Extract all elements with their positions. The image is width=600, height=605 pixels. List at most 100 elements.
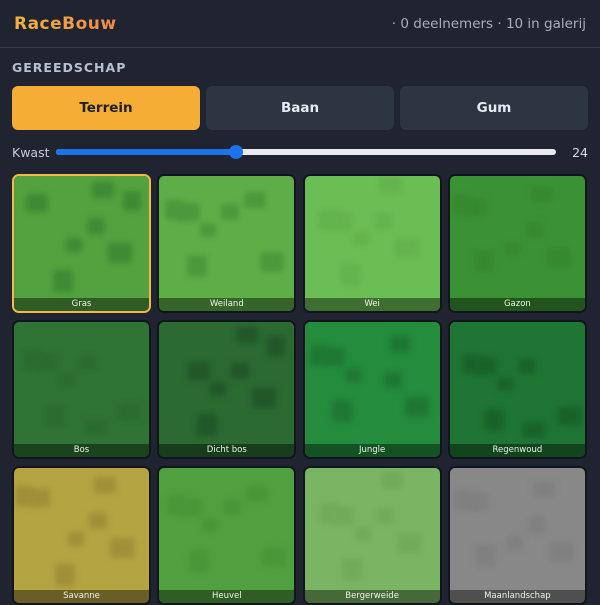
terrain-tile-label: Gras <box>14 298 149 311</box>
terrain-texture-spot <box>525 222 544 239</box>
terrain-texture-spot <box>23 350 41 371</box>
terrain-texture-spot <box>188 362 211 381</box>
terrain-swatch <box>304 322 440 457</box>
terrain-texture-spot <box>378 177 401 194</box>
terrain-texture-spot <box>354 527 371 541</box>
terrain-tile-label: Regenwoud <box>449 444 585 457</box>
terrain-tile[interactable]: Weiland <box>157 174 297 313</box>
terrain-texture-spot <box>26 194 48 212</box>
terrain-swatch <box>159 322 295 457</box>
terrain-texture-spot <box>15 485 33 506</box>
terrain-texture-spot <box>267 336 286 356</box>
tool-button-track[interactable]: Baan <box>206 86 394 130</box>
terrain-tile[interactable]: Maanlandschap <box>447 466 587 605</box>
terrain-texture-spot <box>262 546 287 567</box>
terrain-tile[interactable]: Bos <box>12 320 151 459</box>
tool-button-eraser[interactable]: Gum <box>400 86 588 130</box>
terrain-tile[interactable]: Savanne <box>12 466 151 605</box>
terrain-tile[interactable]: Regenwoud <box>447 320 587 459</box>
terrain-texture-spot <box>165 200 184 221</box>
terrain-tile[interactable]: Bergerweide <box>302 466 442 605</box>
terrain-texture-spot <box>522 421 545 438</box>
terrain-tile[interactable]: Heuvel <box>157 466 297 605</box>
terrain-palette: Gras Weiland Wei Gazon Bos Dicht bos Jungle Reg… <box>12 174 588 605</box>
terrain-tile[interactable]: Gras <box>12 174 151 313</box>
terrain-tile-label: Bergerweide <box>304 590 440 603</box>
session-stats: · 0 deelnemers · 10 in galerij <box>391 15 586 32</box>
terrain-texture-spot <box>527 516 546 533</box>
terrain-texture-spot <box>396 532 421 553</box>
terrain-texture-spot <box>84 418 106 434</box>
terrain-texture-spot <box>202 517 219 532</box>
terrain-tile[interactable]: Gazon <box>447 174 587 313</box>
terrain-texture-spot <box>475 544 496 567</box>
app-logo: RaceBouw <box>14 13 117 34</box>
terrain-texture-spot <box>118 402 142 423</box>
tool-selector: Terrein Baan Gum <box>12 86 588 130</box>
terrain-tile[interactable]: Jungle <box>302 320 442 459</box>
brush-size-value: 24 <box>572 144 588 160</box>
tool-button-terrain[interactable]: Terrein <box>12 86 200 130</box>
terrain-texture-spot <box>123 191 141 212</box>
terrain-texture-spot <box>339 264 360 287</box>
terrain-texture-spot <box>66 237 82 252</box>
terrain-texture-spot <box>246 486 269 503</box>
terrain-tile[interactable]: Dicht bos <box>157 320 297 459</box>
terrain-texture-spot <box>352 232 369 247</box>
terrain-texture-spot <box>556 406 581 427</box>
terrain-texture-spot <box>517 357 536 374</box>
terrain-texture-spot <box>45 405 65 428</box>
terrain-texture-spot <box>309 345 328 366</box>
terrain-texture-spot <box>200 223 217 238</box>
terrain-texture-spot <box>380 471 403 488</box>
terrain-tile-label: Dicht bos <box>159 444 295 457</box>
terrain-tile-label: Wei <box>304 298 440 311</box>
brush-size-slider[interactable] <box>56 142 556 162</box>
terrain-texture-spot <box>236 327 259 344</box>
app-header: RaceBouw · 0 deelnemers · 10 in galerij <box>0 0 600 48</box>
terrain-texture-spot <box>461 354 480 375</box>
terrain-texture-spot <box>189 549 210 572</box>
terrain-texture-spot <box>260 252 285 273</box>
terrain-texture-spot <box>383 372 402 389</box>
slider-thumb[interactable] <box>229 145 243 159</box>
terrain-tile-label: Maanlandschap <box>449 590 585 603</box>
terrain-texture-spot <box>404 397 429 417</box>
terrain-tile-label: Jungle <box>304 444 440 457</box>
terrain-texture-spot <box>473 250 494 272</box>
terrain-texture-spot <box>223 498 242 515</box>
terrain-texture-spot <box>68 532 84 547</box>
toolbox-title: GEREEDSCHAP <box>12 60 127 75</box>
terrain-tile-label: Heuvel <box>159 590 295 603</box>
terrain-texture-spot <box>79 353 97 370</box>
terrain-texture-spot <box>483 409 504 431</box>
terrain-swatch <box>159 176 295 311</box>
terrain-tile-label: Bos <box>14 444 149 457</box>
terrain-tile-label: Weiland <box>159 298 295 311</box>
terrain-texture-spot <box>394 238 419 258</box>
terrain-tile[interactable]: Wei <box>302 174 442 313</box>
terrain-texture-spot <box>221 204 240 220</box>
terrain-swatch <box>14 322 149 457</box>
terrain-texture-spot <box>94 477 116 493</box>
terrain-tile-label: Gazon <box>449 298 585 311</box>
terrain-texture-spot <box>532 480 555 497</box>
terrain-texture-spot <box>530 186 553 203</box>
terrain-tile-label: Savanne <box>14 590 149 603</box>
brush-size-control: Kwast 24 <box>12 142 588 162</box>
terrain-texture-spot <box>546 247 571 268</box>
terrain-texture-spot <box>210 382 227 397</box>
terrain-texture-spot <box>187 255 208 278</box>
slider-fill <box>56 149 236 155</box>
terrain-swatch <box>449 322 585 457</box>
terrain-texture-spot <box>167 495 186 515</box>
terrain-texture-spot <box>231 363 250 379</box>
terrain-texture-spot <box>89 512 107 529</box>
terrain-texture-spot <box>244 191 267 208</box>
brush-size-label: Kwast <box>12 144 50 160</box>
terrain-texture-spot <box>344 368 361 382</box>
terrain-texture-spot <box>53 269 73 292</box>
terrain-texture-spot <box>87 218 105 235</box>
terrain-texture-spot <box>319 504 338 525</box>
terrain-texture-spot <box>108 243 132 264</box>
